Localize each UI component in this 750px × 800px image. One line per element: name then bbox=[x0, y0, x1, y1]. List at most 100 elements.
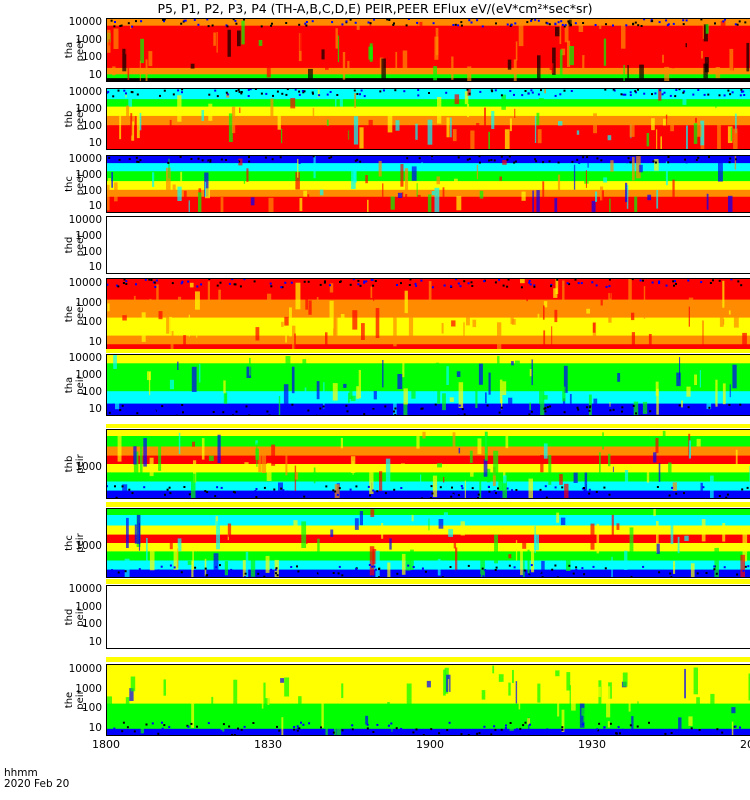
noise-pixel bbox=[290, 566, 293, 568]
noise-pixel bbox=[560, 20, 563, 23]
spectral-streak bbox=[149, 298, 152, 316]
noise-pixel bbox=[543, 407, 546, 410]
spectral-streak bbox=[660, 136, 662, 150]
noise-pixel bbox=[434, 403, 437, 406]
spectral-streak bbox=[190, 63, 195, 69]
noise-pixel bbox=[306, 155, 309, 158]
noise-pixel bbox=[393, 410, 395, 413]
spectral-streak bbox=[134, 524, 137, 544]
noise-pixel bbox=[408, 284, 411, 286]
noise-pixel bbox=[561, 23, 564, 26]
noise-pixel bbox=[193, 18, 196, 21]
noise-pixel bbox=[417, 94, 420, 97]
noise-pixel bbox=[580, 282, 583, 285]
spectral-streak bbox=[741, 371, 745, 378]
noise-pixel bbox=[226, 93, 229, 96]
noise-pixel bbox=[744, 21, 747, 24]
noise-pixel bbox=[260, 25, 263, 28]
spectral-streak bbox=[534, 534, 539, 551]
noise-pixel bbox=[621, 728, 624, 731]
noise-pixel bbox=[574, 22, 577, 25]
energy-band bbox=[106, 25, 750, 69]
noise-pixel bbox=[695, 158, 698, 161]
noise-pixel bbox=[291, 403, 294, 406]
noise-pixel bbox=[524, 90, 527, 92]
spectral-streak bbox=[367, 199, 369, 213]
noise-pixel bbox=[160, 565, 163, 568]
noise-pixel bbox=[522, 724, 525, 727]
spectral-streak bbox=[593, 113, 597, 134]
spectral-streak bbox=[404, 168, 409, 192]
spectral-streak bbox=[204, 558, 207, 577]
noise-pixel bbox=[671, 486, 674, 489]
noise-pixel bbox=[417, 89, 420, 91]
noise-pixel bbox=[237, 727, 239, 730]
noise-pixel bbox=[197, 23, 200, 26]
spectral-streak bbox=[172, 184, 176, 192]
spectral-streak bbox=[290, 98, 296, 109]
y-tick-label: 100 bbox=[81, 618, 102, 631]
spectral-streak bbox=[427, 194, 432, 213]
spectral-streak bbox=[437, 558, 441, 576]
noise-pixel bbox=[477, 493, 480, 496]
noise-pixel bbox=[506, 158, 509, 161]
spectral-streak bbox=[158, 443, 162, 471]
spectral-streak bbox=[467, 104, 470, 118]
noise-pixel bbox=[119, 732, 122, 735]
spectral-streak bbox=[486, 468, 491, 483]
noise-pixel bbox=[452, 24, 455, 26]
spectral-streak bbox=[702, 320, 704, 348]
spectral-streak bbox=[497, 322, 502, 350]
spectral-streak bbox=[348, 127, 352, 145]
noise-pixel bbox=[498, 278, 501, 281]
noise-pixel bbox=[513, 566, 516, 569]
noise-pixel bbox=[591, 281, 594, 284]
noise-pixel bbox=[486, 404, 489, 407]
noise-pixel bbox=[311, 91, 314, 94]
noise-pixel bbox=[478, 155, 481, 158]
spectral-streak bbox=[295, 282, 301, 310]
noise-pixel bbox=[378, 567, 381, 570]
noise-pixel bbox=[349, 488, 352, 491]
noise-pixel bbox=[372, 489, 375, 492]
noise-pixel bbox=[196, 725, 198, 728]
spectral-streak bbox=[631, 332, 635, 350]
noise-pixel bbox=[722, 20, 725, 23]
noise-pixel bbox=[631, 278, 634, 281]
noise-pixel bbox=[604, 567, 607, 570]
noise-pixel bbox=[621, 406, 624, 409]
noise-pixel bbox=[502, 410, 505, 413]
noise-pixel bbox=[457, 414, 460, 416]
spectral-streak bbox=[484, 431, 488, 461]
noise-pixel bbox=[300, 721, 302, 724]
noise-pixel bbox=[743, 94, 746, 96]
noise-pixel bbox=[206, 491, 209, 494]
noise-pixel bbox=[430, 485, 433, 488]
spectral-streak bbox=[321, 49, 325, 60]
noise-pixel bbox=[264, 156, 267, 159]
noise-pixel bbox=[509, 90, 512, 92]
noise-pixel bbox=[629, 724, 632, 727]
noise-pixel bbox=[319, 283, 322, 286]
spectral-streak bbox=[305, 278, 308, 310]
spectral-streak bbox=[277, 108, 281, 130]
noise-pixel bbox=[459, 730, 462, 733]
noise-pixel bbox=[736, 23, 739, 26]
noise-pixel bbox=[709, 282, 712, 284]
spectral-streak bbox=[239, 107, 241, 113]
spectral-streak bbox=[596, 523, 600, 554]
noise-pixel bbox=[131, 25, 134, 28]
y-tick-label: 1000 bbox=[75, 682, 102, 695]
energy-band bbox=[106, 464, 750, 473]
spectral-streak bbox=[342, 52, 346, 80]
spectral-streak bbox=[133, 295, 136, 306]
noise-pixel bbox=[494, 569, 497, 571]
noise-pixel bbox=[654, 161, 657, 164]
noise-pixel bbox=[446, 729, 449, 731]
noise-pixel bbox=[164, 493, 166, 496]
time-label-date: 2020 Feb 20 bbox=[4, 778, 70, 790]
spectral-streak bbox=[369, 43, 373, 62]
noise-pixel bbox=[374, 568, 377, 571]
spectral-streak bbox=[267, 684, 270, 705]
noise-pixel bbox=[121, 404, 124, 407]
